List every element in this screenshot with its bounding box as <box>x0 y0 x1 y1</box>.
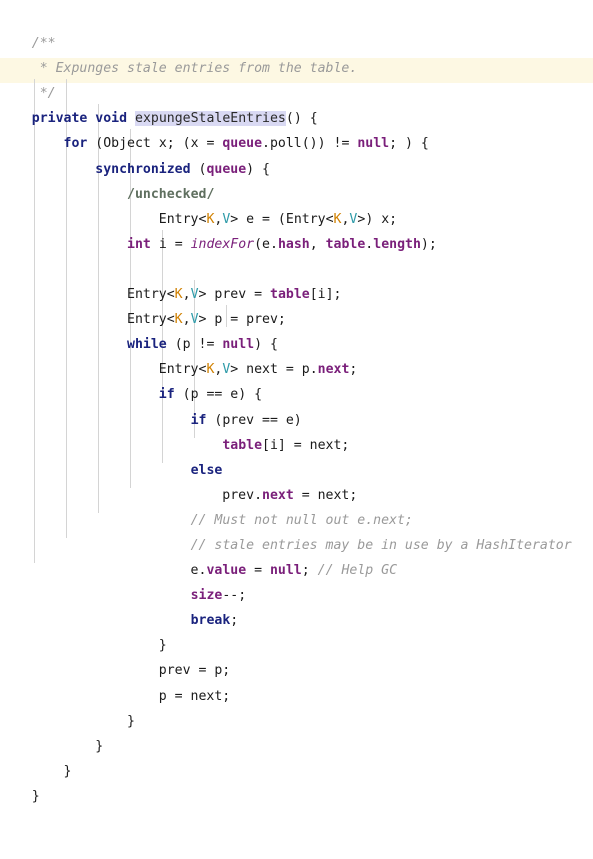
code-line-9[interactable]: int i = indexFor(e.hash, table.length); <box>0 232 593 257</box>
field-next: next <box>317 362 350 378</box>
code-line-23[interactable]: size--; <box>0 583 593 608</box>
field-table: table <box>270 287 310 303</box>
line-comment: // stale entries may be in use by a Hash… <box>190 537 572 553</box>
method-declaration-name[interactable]: expungeStaleEntries <box>135 111 286 127</box>
unchecked-annotation: /unchecked/ <box>127 186 215 202</box>
keyword-int: int <box>127 236 151 252</box>
literal-null: null <box>269 563 302 579</box>
code-line-5[interactable]: for (Object x; (x = queue.poll()) != nul… <box>0 131 593 156</box>
keyword-if: if <box>158 387 175 403</box>
field-queue: queue <box>206 161 247 177</box>
generic-type-k: K <box>174 287 183 303</box>
field-value: value <box>206 563 247 579</box>
generic-type-v: V <box>190 287 199 303</box>
code-line-25[interactable]: } <box>0 633 593 658</box>
keyword-while: while <box>127 337 167 353</box>
code-line-12[interactable]: Entry<K,V> p = prev; <box>0 307 593 332</box>
code-line-27[interactable]: p = next; <box>0 684 593 709</box>
code-line-1[interactable]: /** <box>0 31 593 56</box>
javadoc-open-token: /** <box>0 36 56 52</box>
source-code-block[interactable]: /** * Expunges stale entries from the ta… <box>0 0 593 859</box>
code-line-16[interactable]: if (prev == e) <box>0 408 593 433</box>
field-table: table <box>325 236 366 252</box>
field-next: next <box>262 487 294 503</box>
literal-null: null <box>222 337 255 353</box>
method-call-indexfor: indexFor <box>190 236 255 252</box>
code-line-10[interactable] <box>0 257 593 282</box>
keyword-if: if <box>190 412 207 428</box>
keyword-private: private <box>31 111 88 127</box>
code-line-13[interactable]: while (p != null) { <box>0 332 593 357</box>
keyword-void: void <box>95 111 128 127</box>
code-line-22[interactable]: e.value = null; // Help GC <box>0 558 593 583</box>
code-line-21[interactable]: // stale entries may be in use by a Hash… <box>0 533 593 558</box>
code-line-17[interactable]: table[i] = next; <box>0 433 593 458</box>
code-line-7[interactable]: /unchecked/ <box>0 182 593 207</box>
keyword-else: else <box>190 462 223 478</box>
code-line-28[interactable]: } <box>0 709 593 734</box>
code-line-24[interactable]: break; <box>0 608 593 633</box>
code-line-6[interactable]: synchronized (queue) { <box>0 157 593 182</box>
keyword-synchronized: synchronized <box>95 161 191 177</box>
field-queue: queue <box>222 136 263 152</box>
line-comment: // Must not null out e.next; <box>190 512 413 528</box>
literal-null: null <box>357 136 390 152</box>
code-line-2[interactable]: * Expunges stale entries from the table. <box>0 56 593 81</box>
code-line-29[interactable]: } <box>0 734 593 759</box>
code-line-8[interactable]: Entry<K,V> e = (Entry<K,V>) x; <box>0 207 593 232</box>
field-hash: hash <box>277 236 310 252</box>
code-line-31[interactable]: } <box>0 784 593 809</box>
code-line-3[interactable]: */ <box>0 81 593 106</box>
line-comment: // Help GC <box>317 563 398 579</box>
code-editor-canvas[interactable]: /** * Expunges stale entries from the ta… <box>0 0 593 804</box>
code-line-19[interactable]: prev.next = next; <box>0 483 593 508</box>
code-line-18[interactable]: else <box>0 458 593 483</box>
javadoc-body-text: * Expunges stale entries from the table. <box>0 61 358 77</box>
code-line-20[interactable]: // Must not null out e.next; <box>0 508 593 533</box>
code-line-4[interactable]: private void expungeStaleEntries() { <box>0 106 593 131</box>
javadoc-close-token: */ <box>0 86 56 102</box>
code-line-26[interactable]: prev = p; <box>0 658 593 683</box>
field-size: size <box>190 588 223 604</box>
generic-type-v: V <box>190 312 199 328</box>
keyword-break: break <box>190 613 231 629</box>
code-line-15[interactable]: if (p == e) { <box>0 382 593 407</box>
field-length: length <box>373 236 421 252</box>
generic-type-k: K <box>174 312 183 328</box>
code-line-14[interactable]: Entry<K,V> next = p.next; <box>0 357 593 382</box>
code-line-30[interactable]: } <box>0 759 593 784</box>
keyword-for: for <box>63 136 88 152</box>
field-table: table <box>222 437 263 453</box>
code-line-11[interactable]: Entry<K,V> prev = table[i]; <box>0 282 593 307</box>
